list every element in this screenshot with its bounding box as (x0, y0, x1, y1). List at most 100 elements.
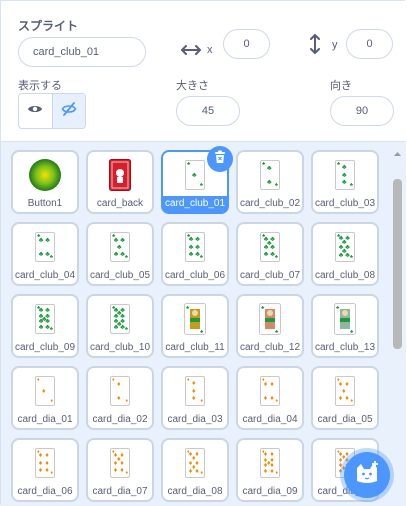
sprite-tile[interactable]: ♦ ♦ ♦ ♦ ♦ ♦ ♦ ♦ ♦ ♦ ♦ card_dia_09 (236, 438, 304, 502)
sprite-tile[interactable]: ♦ ♦ ♦ ♦ card_dia_02 (86, 366, 154, 430)
eye-icon (27, 102, 43, 120)
direction-input[interactable]: 90 (330, 96, 394, 126)
sprite-tile[interactable]: ♦ ♦ ♦ ♦ ♦ ♦ card_dia_04 (236, 366, 304, 430)
sprite-name: card_dia_02 (92, 414, 148, 425)
sprite-tile[interactable]: ♣ ♣ ♣ ♣ ♣ ♣ ♣ card_club_05 (86, 222, 154, 286)
sprite-tile[interactable]: ♣ ♣ ♣ ♣ ♣ card_club_03 (311, 150, 379, 214)
sprite-tile[interactable]: ♦ ♦ ♦ ♦ ♦ ♦ ♦ ♦ ♦ ♦ card_dia_08 (161, 438, 229, 502)
y-arrows-icon (309, 34, 321, 59)
sprite-thumbnail: ♣ ♣ ♣ ♣ (247, 158, 293, 192)
sprite-tile[interactable]: ♦ ♦ ♦ ♦ ♦ card_dia_03 (161, 366, 229, 430)
sprite-thumbnail: ♣ ♣ (247, 302, 293, 336)
sprite-thumbnail: ♣ ♣ ♣ ♣ ♣ ♣ ♣ ♣ ♣ (247, 230, 293, 264)
sprite-list: Button1 card_back ♣ ♣ ♣ card_club_01 ♣ ♣ ♣ ♣ card_… (1, 142, 406, 506)
size-input[interactable]: 45 (176, 96, 240, 126)
sprite-name-input[interactable]: card_club_01 (18, 37, 146, 67)
sprite-tile[interactable]: ♦ ♦ ♦ ♦ ♦ ♦ ♦ ♦ ♦ card_dia_07 (86, 438, 154, 502)
sprite-name: card_dia_07 (92, 486, 148, 497)
sprite-name: card_club_06 (164, 270, 226, 281)
sprite-tile[interactable]: Button1 (11, 150, 79, 214)
card-thumbnail-icon: ♣ ♣ ♣ ♣ ♣ ♣ ♣ ♣ ♣ ♣ ♣ ♣ (110, 304, 130, 334)
sprite-thumbnail: ♦ ♦ ♦ ♦ ♦ ♦ ♦ ♦ ♦ ♦ ♦ (247, 446, 293, 480)
sprite-name: Button1 (27, 198, 63, 209)
sprite-tile[interactable]: ♣ ♣ ♣ ♣ ♣ ♣ ♣ ♣ card_club_06 (161, 222, 229, 286)
sprite-thumbnail: ♣ ♣ ♣ ♣ ♣ ♣ ♣ (97, 230, 143, 264)
card-thumbnail-icon: ♣ ♣ ♣ ♣ ♣ ♣ ♣ ♣ ♣ (260, 232, 280, 262)
sprite-thumbnail: ♣ ♣ ♣ ♣ ♣ ♣ ♣ ♣ ♣ ♣ (322, 230, 368, 264)
sprite-thumbnail: ♦ ♦ ♦ ♦ ♦ ♦ ♦ (322, 374, 368, 408)
sprite-thumbnail: ♦ ♦ ♦ ♦ ♦ (172, 374, 218, 408)
card-thumbnail-icon: ♦ ♦ ♦ ♦ ♦ ♦ ♦ (335, 376, 355, 406)
delete-sprite-button[interactable] (207, 146, 233, 172)
sprite-tile[interactable]: ♣ ♣ card_club_13 (311, 294, 379, 358)
eye-slash-icon (61, 101, 77, 122)
sprite-name: card_club_10 (89, 342, 151, 353)
card-thumbnail-icon: ♣ ♣ ♣ ♣ ♣ (335, 160, 355, 190)
sprite-name: card_dia_04 (242, 414, 298, 425)
sprite-tile[interactable]: ♣ ♣ ♣ ♣ ♣ ♣ ♣ ♣ ♣ ♣ ♣ ♣ card_club_10 (86, 294, 154, 358)
sprite-thumbnail: ♣ ♣ ♣ ♣ ♣ ♣ ♣ ♣ ♣ ♣ ♣ (22, 302, 68, 336)
sprite-tile[interactable]: ♣ ♣ ♣ ♣ ♣ ♣ ♣ ♣ ♣ card_club_07 (236, 222, 304, 286)
sprite-pane: スプライト card_club_01 x 0 y 0 表示する 大きさ 45 向… (0, 0, 406, 506)
sprite-name: card_club_12 (239, 342, 301, 353)
sprite-name: card_dia_03 (167, 414, 223, 425)
x-label: x (207, 44, 213, 56)
sprite-name: card_dia_06 (17, 486, 73, 497)
scrollbar-thumb[interactable] (393, 179, 402, 349)
sprite-thumbnail: ♦ ♦ ♦ ♦ ♦ ♦ (247, 374, 293, 408)
sprite-tile[interactable]: ♣ ♣ ♣ ♣ ♣ ♣ card_club_04 (11, 222, 79, 286)
sprite-thumbnail (97, 158, 143, 192)
card-thumbnail-icon: ♣ ♣ ♣ ♣ ♣ ♣ (35, 232, 55, 262)
direction-label: 向き (330, 80, 352, 92)
sprite-tile[interactable]: ♦ ♦ ♦ ♦ ♦ ♦ ♦ ♦ card_dia_06 (11, 438, 79, 502)
sprite-thumbnail: ♦ ♦ ♦ ♦ ♦ ♦ ♦ ♦ (22, 446, 68, 480)
sprite-tile[interactable]: ♣ ♣ card_club_12 (236, 294, 304, 358)
sprite-tile[interactable]: card_back (86, 150, 154, 214)
sprite-name: card_club_09 (14, 342, 76, 353)
sprite-name: card_club_11 (165, 342, 225, 353)
card-thumbnail-icon: ♦ ♦ ♦ ♦ ♦ ♦ ♦ ♦ ♦ (110, 448, 130, 478)
sprite-tile[interactable]: ♣ ♣ ♣ ♣ card_club_02 (236, 150, 304, 214)
sprite-name: card_club_07 (239, 270, 301, 281)
card-thumbnail-icon: ♦ ♦ ♦ (35, 376, 55, 406)
sprite-thumbnail: ♦ ♦ ♦ ♦ ♦ ♦ ♦ ♦ ♦ (97, 446, 143, 480)
card-thumbnail-icon: ♣ ♣ ♣ ♣ (260, 160, 280, 190)
card-thumbnail-icon: ♣ ♣ ♣ ♣ ♣ ♣ ♣ (110, 232, 130, 262)
sprite-tile[interactable]: ♣ ♣ card_club_11 (161, 294, 229, 358)
scroll-up-icon[interactable] (393, 149, 402, 159)
sprite-label: スプライト (18, 19, 79, 33)
sprite-thumbnail: ♦ ♦ ♦ ♦ ♦ ♦ ♦ ♦ ♦ ♦ (172, 446, 218, 480)
card-thumbnail-icon: ♦ ♦ ♦ ♦ ♦ ♦ ♦ ♦ (35, 448, 55, 478)
y-label: y (332, 39, 338, 51)
card-thumbnail-icon: ♣ ♣ ♣ ♣ ♣ ♣ ♣ ♣ ♣ ♣ ♣ (35, 304, 55, 334)
sprite-thumbnail: ♦ ♦ ♦ ♦ (97, 374, 143, 408)
trash-icon (214, 150, 226, 169)
show-button[interactable] (19, 94, 52, 128)
sprite-thumbnail: ♣ ♣ ♣ ♣ ♣ ♣ (22, 230, 68, 264)
sprite-tile[interactable]: ♣ ♣ ♣ ♣ ♣ ♣ ♣ ♣ ♣ ♣ ♣ card_club_09 (11, 294, 79, 358)
sprite-thumbnail (22, 158, 68, 192)
sprite-list-scrollbar[interactable] (393, 149, 402, 506)
sprite-name: card_dia_05 (317, 414, 373, 425)
sprite-grid: Button1 card_back ♣ ♣ ♣ card_club_01 ♣ ♣ ♣ ♣ card_… (11, 146, 379, 502)
sprite-thumbnail: ♣ ♣ (172, 302, 218, 336)
sprite-thumbnail: ♣ ♣ ♣ ♣ ♣ ♣ ♣ ♣ (172, 230, 218, 264)
sprite-info-panel: スプライト card_club_01 x 0 y 0 表示する 大きさ 45 向… (1, 1, 406, 142)
x-input[interactable]: 0 (223, 29, 270, 59)
show-label: 表示する (18, 80, 62, 92)
sprite-thumbnail: ♣ ♣ ♣ ♣ ♣ (322, 158, 368, 192)
card-thumbnail-icon: ♦ ♦ ♦ ♦ ♦ ♦ ♦ ♦ ♦ ♦ ♦ (260, 448, 280, 478)
y-input[interactable]: 0 (346, 29, 393, 59)
sprite-name: card_club_03 (314, 198, 376, 209)
sprite-name: card_club_08 (314, 270, 376, 281)
card-thumbnail-icon: ♦ ♦ ♦ ♦ (110, 376, 130, 406)
sprite-tile[interactable]: ♣ ♣ ♣ ♣ ♣ ♣ ♣ ♣ ♣ ♣ card_club_08 (311, 222, 379, 286)
add-sprite-button[interactable] (344, 452, 390, 498)
x-arrows-icon (181, 43, 201, 62)
sprite-tile[interactable]: ♦ ♦ ♦ ♦ ♦ ♦ ♦ card_dia_05 (311, 366, 379, 430)
sprite-name: card_club_02 (239, 198, 301, 209)
hide-button[interactable] (51, 94, 85, 128)
sprite-tile[interactable]: ♦ ♦ ♦ card_dia_01 (11, 366, 79, 430)
sprite-name: card_back (96, 198, 144, 209)
sprite-tile[interactable]: ♣ ♣ ♣ card_club_01 (161, 146, 233, 214)
